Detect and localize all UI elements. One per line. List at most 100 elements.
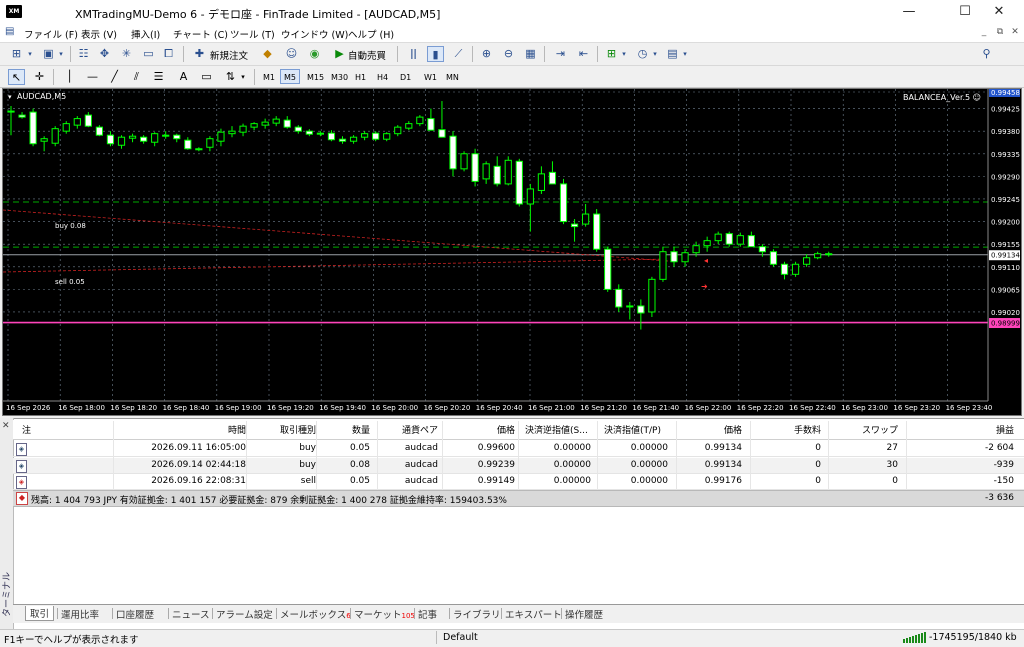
terminal-icon[interactable]: ▭ <box>140 46 157 62</box>
new-chart-icon[interactable]: ⊞ <box>8 46 25 62</box>
chart-canvas[interactable]: ➜ ◂ 0.99458 0.99425 0.99380 0.99335 0.99290 0.… <box>3 89 1021 415</box>
tab-7[interactable]: マーケット105 <box>354 607 415 621</box>
cursor-icon[interactable]: ↖ <box>8 69 25 85</box>
text-icon[interactable]: A <box>175 69 192 85</box>
close-button[interactable]: ✕ <box>976 0 1022 24</box>
col-take-profit[interactable]: 決済指値(T/P) <box>604 423 661 437</box>
candlestick-icon[interactable]: ▮ <box>427 46 444 62</box>
chevron-down-icon[interactable]: ▾ <box>8 93 12 101</box>
signals-icon[interactable]: ◉ <box>306 46 323 62</box>
channel-icon[interactable]: ⫽ <box>128 69 145 85</box>
col-type[interactable]: 取引種別 <box>260 423 316 437</box>
price-chart[interactable]: ➜ ◂ 0.99458 0.99425 0.99380 0.99335 0.99290 0.… <box>2 88 1022 416</box>
profile-name[interactable]: Default <box>443 632 478 643</box>
chart-shift-icon[interactable]: ⇤ <box>575 46 592 62</box>
chevron-down-icon[interactable]: ▾ <box>26 46 34 62</box>
tab-1[interactable]: 取引 <box>25 606 55 621</box>
tile-windows-icon[interactable]: ▦ <box>522 46 539 62</box>
tab-separator <box>414 608 415 619</box>
cell-profit: -939 <box>993 460 1014 470</box>
timeframe-m5[interactable]: M5 <box>280 69 300 84</box>
autotrade-icon[interactable]: ▶ <box>331 46 348 62</box>
arrows-icon[interactable]: ⇅ <box>222 69 239 85</box>
search-icon[interactable]: ⚲ <box>978 46 995 62</box>
market-watch-icon[interactable]: ☷ <box>75 46 92 62</box>
tab-5[interactable]: アラーム設定 <box>216 607 273 621</box>
new-order-button[interactable]: 新規注文 <box>210 48 248 62</box>
autotrade-button[interactable]: 自動売買 <box>348 48 386 62</box>
menu-view[interactable]: 表示 (V) <box>81 27 117 41</box>
timeframe-d1[interactable]: D1 <box>396 69 415 84</box>
zoom-out-icon[interactable]: ⊖ <box>500 46 517 62</box>
chevron-down-icon[interactable]: ▾ <box>681 46 689 62</box>
col-commission[interactable]: 手数料 <box>770 423 821 437</box>
col-ticket[interactable]: 注 <box>22 423 31 437</box>
metaeditor-icon[interactable]: ◆ <box>259 46 276 62</box>
navigator-icon[interactable]: ✳ <box>118 46 135 62</box>
tab-label: 口座履歴 <box>116 610 155 621</box>
templates-icon[interactable]: ▤ <box>664 46 681 62</box>
timeframe-m1[interactable]: M1 <box>259 69 279 84</box>
mdi-restore-button[interactable]: ⧉ <box>994 27 1006 37</box>
mdi-minimize-button[interactable]: _ <box>978 27 990 37</box>
tab-6[interactable]: メールボックス6 <box>280 607 351 621</box>
col-time[interactable]: 時間 <box>180 423 246 437</box>
timeframe-m15[interactable]: M15 <box>303 69 328 84</box>
bar-chart-icon[interactable]: ǀǀ <box>405 46 422 62</box>
horizontal-line-icon[interactable]: — <box>84 69 101 85</box>
candle-body <box>106 134 115 145</box>
tester-icon[interactable]: ⧠ <box>160 46 177 62</box>
mdi-close-button[interactable]: ✕ <box>1009 27 1021 37</box>
menu-chart[interactable]: チャート (C) <box>173 27 228 41</box>
indicators-icon[interactable]: ⊞ <box>603 46 620 62</box>
timeframe-h1[interactable]: H1 <box>351 69 370 84</box>
data-window-icon[interactable]: ✥ <box>96 46 113 62</box>
tab-2[interactable]: 運用比率 <box>61 607 99 621</box>
menu-help[interactable]: ヘルプ (H) <box>348 27 394 41</box>
chevron-down-icon[interactable]: ▾ <box>651 46 659 62</box>
close-icon[interactable]: ✕ <box>2 421 10 431</box>
tab-9[interactable]: ライブラリ <box>453 607 501 621</box>
label-icon[interactable]: ▭ <box>198 69 215 85</box>
profiles-icon[interactable]: ▣ <box>40 46 57 62</box>
col-price[interactable]: 価格 <box>465 423 515 437</box>
fibonacci-icon[interactable]: ☰ <box>150 69 167 85</box>
col-profit[interactable]: 損益 <box>960 423 1014 437</box>
trend-line-icon[interactable]: ╱ <box>106 69 123 85</box>
chevron-down-icon[interactable]: ▾ <box>620 46 628 62</box>
tab-3[interactable]: 口座履歴 <box>116 607 154 621</box>
menu-file[interactable]: ファイル (F) <box>24 27 78 41</box>
minimize-button[interactable]: — <box>886 0 932 24</box>
chevron-down-icon[interactable]: ▾ <box>239 69 247 85</box>
menu-insert[interactable]: 挿入(I) <box>131 27 160 41</box>
tab-separator <box>449 608 450 619</box>
timeframe-m30[interactable]: M30 <box>327 69 352 84</box>
col-symbol[interactable]: 通貨ペア <box>385 423 438 437</box>
menu-window[interactable]: ウインドウ (W) <box>281 27 348 41</box>
timeframe-w1[interactable]: W1 <box>420 69 441 84</box>
tab-8[interactable]: 記事 <box>418 607 437 621</box>
cell-price: 0.99149 <box>477 476 515 486</box>
user-icon[interactable]: ☺ <box>283 46 300 62</box>
tab-10[interactable]: エキスパート <box>505 607 562 621</box>
new-order-icon[interactable]: ✚ <box>191 46 208 62</box>
crosshair-icon[interactable]: ✛ <box>31 69 48 85</box>
timeframe-mn[interactable]: MN <box>442 69 463 84</box>
col-current-price[interactable]: 価格 <box>690 423 742 437</box>
candle-body <box>184 139 192 150</box>
zoom-in-icon[interactable]: ⊕ <box>478 46 495 62</box>
col-volume[interactable]: 数量 <box>330 423 370 437</box>
tab-4[interactable]: ニュース <box>172 607 210 621</box>
auto-scroll-icon[interactable]: ⇥ <box>552 46 569 62</box>
tab-11[interactable]: 操作履歴 <box>565 607 603 621</box>
line-chart-icon[interactable]: ⟋ <box>450 46 467 62</box>
col-swap[interactable]: スワップ <box>845 423 898 437</box>
col-stop-loss[interactable]: 決済逆指値(S... <box>525 423 588 437</box>
vertical-line-icon[interactable]: │ <box>61 69 78 85</box>
candle-body <box>239 125 247 133</box>
menu-tools[interactable]: ツール (T) <box>230 27 275 41</box>
chevron-down-icon[interactable]: ▾ <box>57 46 65 62</box>
candle-body <box>217 131 225 142</box>
periods-icon[interactable]: ◷ <box>634 46 651 62</box>
timeframe-h4[interactable]: H4 <box>373 69 392 84</box>
